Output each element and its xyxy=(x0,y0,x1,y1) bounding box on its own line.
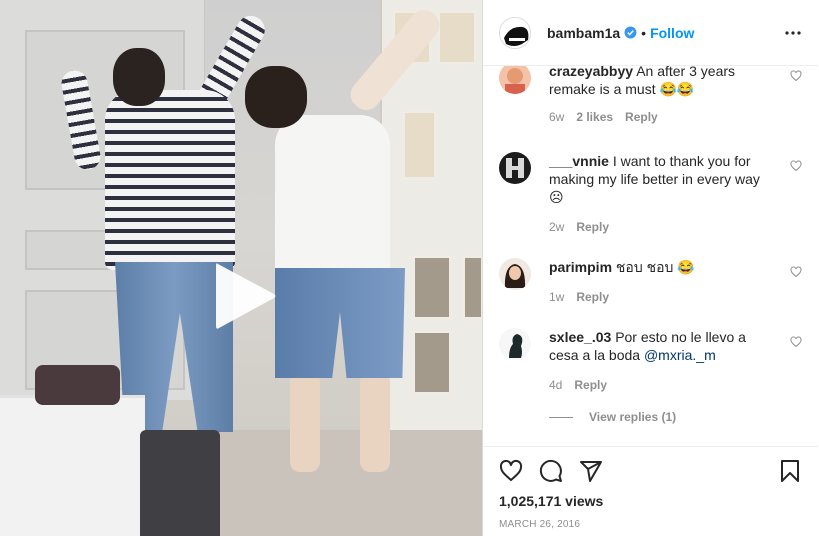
comments-list[interactable]: crazeyabbyy An after 3 years remake is a… xyxy=(483,66,818,446)
post-video[interactable] xyxy=(0,0,482,536)
reply-button[interactable]: Reply xyxy=(574,378,607,392)
comment-like-heart-icon[interactable] xyxy=(790,336,802,348)
laughing-emoji-icon: 😂 xyxy=(677,259,695,275)
verified-badge-icon xyxy=(624,26,637,39)
bookmark-icon[interactable] xyxy=(778,459,802,483)
post-date[interactable]: MARCH 26, 2016 xyxy=(499,519,580,530)
play-icon xyxy=(216,263,276,329)
commenter-avatar[interactable] xyxy=(499,66,531,94)
follow-button[interactable]: Follow xyxy=(650,25,694,41)
commenter-avatar[interactable] xyxy=(499,152,531,184)
author-avatar[interactable] xyxy=(499,16,531,49)
comment-username[interactable]: ___vnnie xyxy=(549,153,609,169)
view-replies-line xyxy=(549,416,573,418)
author-username[interactable]: bambam1a xyxy=(547,25,620,41)
view-replies-label: View replies (1) xyxy=(589,410,677,424)
comment-text: ชอบ ชอบ xyxy=(615,259,674,275)
comment-like-heart-icon[interactable] xyxy=(790,70,802,82)
view-count[interactable]: 1,025,171 views xyxy=(499,493,603,509)
comment-like-heart-icon[interactable] xyxy=(790,160,802,172)
comment-age: 1w xyxy=(549,290,565,304)
dancer-left xyxy=(105,90,235,270)
more-options-icon[interactable] xyxy=(784,24,802,42)
separator-dot: • xyxy=(641,24,647,41)
comment-age: 4d xyxy=(549,378,563,392)
post-header: bambam1a • Follow xyxy=(483,0,818,66)
dancer-right xyxy=(275,115,390,285)
comment-age: 6w xyxy=(549,110,565,124)
comment-username[interactable]: parimpim xyxy=(549,259,612,275)
play-button[interactable] xyxy=(210,258,280,334)
commenter-avatar[interactable] xyxy=(499,328,531,360)
view-replies-button[interactable]: View replies (1) xyxy=(549,410,676,424)
comment-like-heart-icon[interactable] xyxy=(790,266,802,278)
comment-mention-link[interactable]: @mxria._m xyxy=(644,347,716,363)
comment-likes[interactable]: 2 likes xyxy=(576,110,613,124)
video-bag xyxy=(140,430,220,536)
comment-bubble-icon[interactable] xyxy=(539,459,563,483)
commenter-avatar[interactable] xyxy=(499,258,531,290)
paper-plane-icon[interactable] xyxy=(579,459,603,483)
sad-emoji-icon: ☹ xyxy=(549,189,564,205)
comment-username[interactable]: sxlee_.03 xyxy=(549,329,611,345)
comment-age: 2w xyxy=(549,220,565,234)
reply-button[interactable]: Reply xyxy=(576,290,609,304)
reply-button[interactable]: Reply xyxy=(625,110,658,124)
post-side-panel: bambam1a • Follow crazeyabbyy An after 3… xyxy=(482,0,819,536)
post-actions xyxy=(499,459,603,483)
comment-username[interactable]: crazeyabbyy xyxy=(549,66,633,79)
video-bed xyxy=(0,395,145,536)
laughing-emoji-icon: 😂😂 xyxy=(659,81,695,97)
heart-icon[interactable] xyxy=(499,459,523,483)
post-footer: 1,025,171 views MARCH 26, 2016 xyxy=(483,446,818,536)
reply-button[interactable]: Reply xyxy=(576,220,609,234)
